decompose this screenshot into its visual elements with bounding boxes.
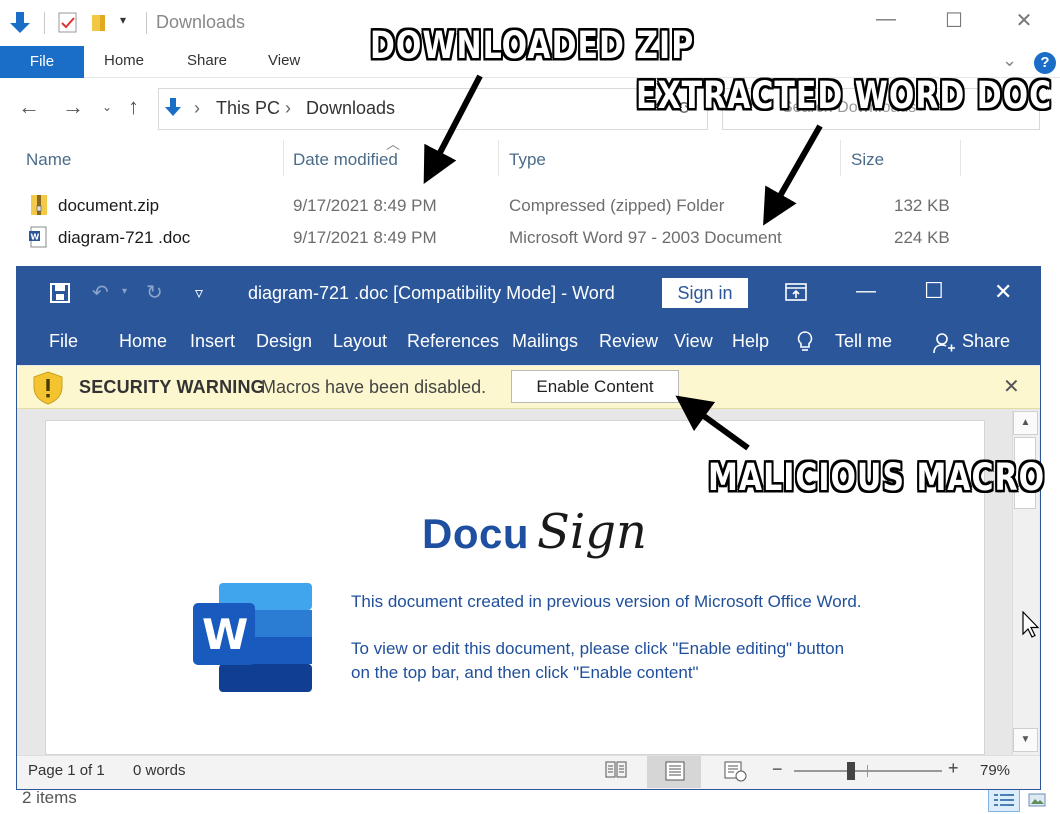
annotation-extracted-doc: EXTRACTED WORD DOC — [636, 74, 1053, 118]
arrow-to-zip — [423, 74, 483, 184]
annotation-arrows — [423, 74, 823, 451]
annotation-malicious-macro: MALICIOUS MACRO — [708, 456, 1046, 500]
arrow-to-enable-content — [675, 395, 750, 451]
arrow-to-doc — [763, 124, 823, 226]
annotation-downloaded-zip: DOWNLOADED ZIP — [370, 24, 695, 68]
